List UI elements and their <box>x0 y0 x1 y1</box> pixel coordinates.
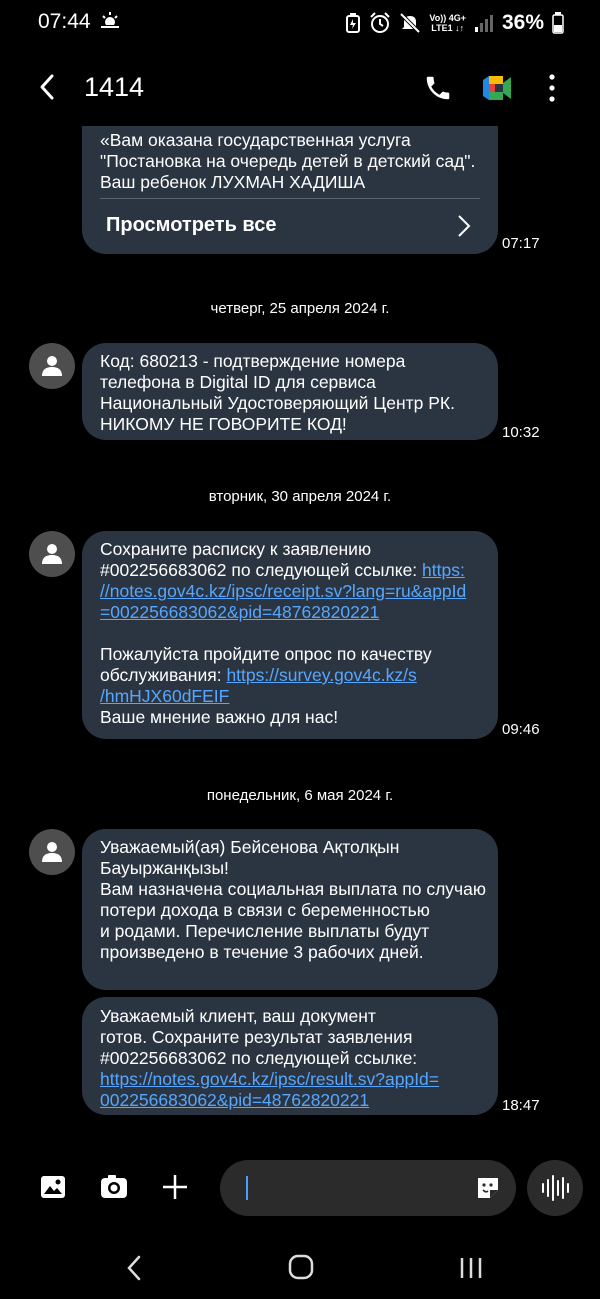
message-time: 18:47 <box>502 1097 540 1114</box>
nav-back-icon[interactable] <box>124 1254 144 1282</box>
message-composer <box>0 1156 600 1220</box>
contact-avatar[interactable] <box>29 531 75 577</box>
phone-call-icon[interactable] <box>423 73 453 103</box>
message-bubble[interactable]: Код: 680213 - подтверждение номера телеф… <box>82 343 498 440</box>
contact-avatar[interactable] <box>29 343 75 389</box>
conversation-title: 1414 <box>84 72 145 102</box>
gallery-icon[interactable] <box>38 1172 68 1202</box>
date-separator: понедельник, 6 мая 2024 г. <box>206 787 394 804</box>
message-bubble[interactable]: Уважаемый(ая) Бейсенова Ақтолқын Бауыржа… <box>82 829 498 990</box>
message-time: 07:17 <box>502 235 540 252</box>
receipt-link[interactable]: https: <box>422 560 465 580</box>
date-separator: вторник, 30 апреля 2024 г. <box>208 488 392 505</box>
weather-icon <box>101 12 119 28</box>
battery-percent: 36% <box>501 11 544 34</box>
message-time: 10:32 <box>502 424 540 441</box>
signal-icon <box>474 15 493 32</box>
message-time: 09:46 <box>502 721 540 738</box>
receipt-link[interactable]: //notes.gov4c.kz/ipsc/receipt.sv?lang=ru… <box>100 581 480 602</box>
message-bubble[interactable]: Сохраните расписку к заявлению #00225668… <box>82 531 498 739</box>
message-input[interactable] <box>242 1160 462 1216</box>
result-link[interactable]: 002256683062&pid=48762820221 <box>100 1090 480 1111</box>
battery-saver-icon <box>346 13 361 33</box>
person-icon <box>42 544 62 564</box>
network-indicator: Vo)) 4G+ LTE1 ↓↑ <box>429 13 466 33</box>
meet-video-icon[interactable] <box>481 74 513 102</box>
message-input-container[interactable] <box>220 1160 516 1216</box>
voice-record-button[interactable] <box>527 1160 583 1216</box>
view-all-button[interactable]: Просмотреть все <box>100 198 480 250</box>
nav-recent-apps-icon[interactable] <box>458 1256 484 1280</box>
battery-icon <box>552 12 564 34</box>
text-caret <box>246 1176 248 1200</box>
message-bubble[interactable]: «Вам оказана государственная услуга "Пос… <box>82 126 498 254</box>
more-options-icon[interactable] <box>542 72 562 104</box>
person-icon <box>42 356 62 376</box>
plus-icon[interactable] <box>160 1172 190 1202</box>
view-all-label: Просмотреть все <box>106 214 277 236</box>
survey-link[interactable]: https://survey.gov4c.kz/s <box>226 665 416 685</box>
conversation-header: 1414 <box>0 60 600 116</box>
contact-avatar[interactable] <box>29 829 75 875</box>
person-icon <box>42 842 62 862</box>
status-time: 07:44 <box>38 10 91 33</box>
alarm-icon <box>370 12 391 33</box>
chevron-right-icon <box>458 215 471 237</box>
sticker-icon[interactable] <box>474 1174 502 1202</box>
receipt-link[interactable]: =002256683062&pid=48762820221 <box>100 602 480 623</box>
result-link[interactable]: https://notes.gov4c.kz/ipsc/result.sv?ap… <box>100 1069 480 1090</box>
camera-icon[interactable] <box>99 1172 129 1202</box>
date-separator: четверг, 25 апреля 2024 г. <box>210 300 390 317</box>
waveform-icon <box>542 1175 569 1201</box>
mute-icon <box>399 12 421 34</box>
survey-link[interactable]: /hmHJX60dFEIF <box>100 686 480 707</box>
status-bar: 07:44 Vo)) 4G+ LTE1 ↓↑ 36% <box>0 0 600 46</box>
nav-home-icon[interactable] <box>288 1254 314 1280</box>
system-nav-bar <box>0 1240 600 1299</box>
status-icons: Vo)) 4G+ LTE1 ↓↑ 36% <box>345 8 564 38</box>
back-arrow-icon[interactable] <box>34 72 64 102</box>
message-bubble[interactable]: Уважаемый клиент, ваш документ готов. Со… <box>82 997 498 1115</box>
